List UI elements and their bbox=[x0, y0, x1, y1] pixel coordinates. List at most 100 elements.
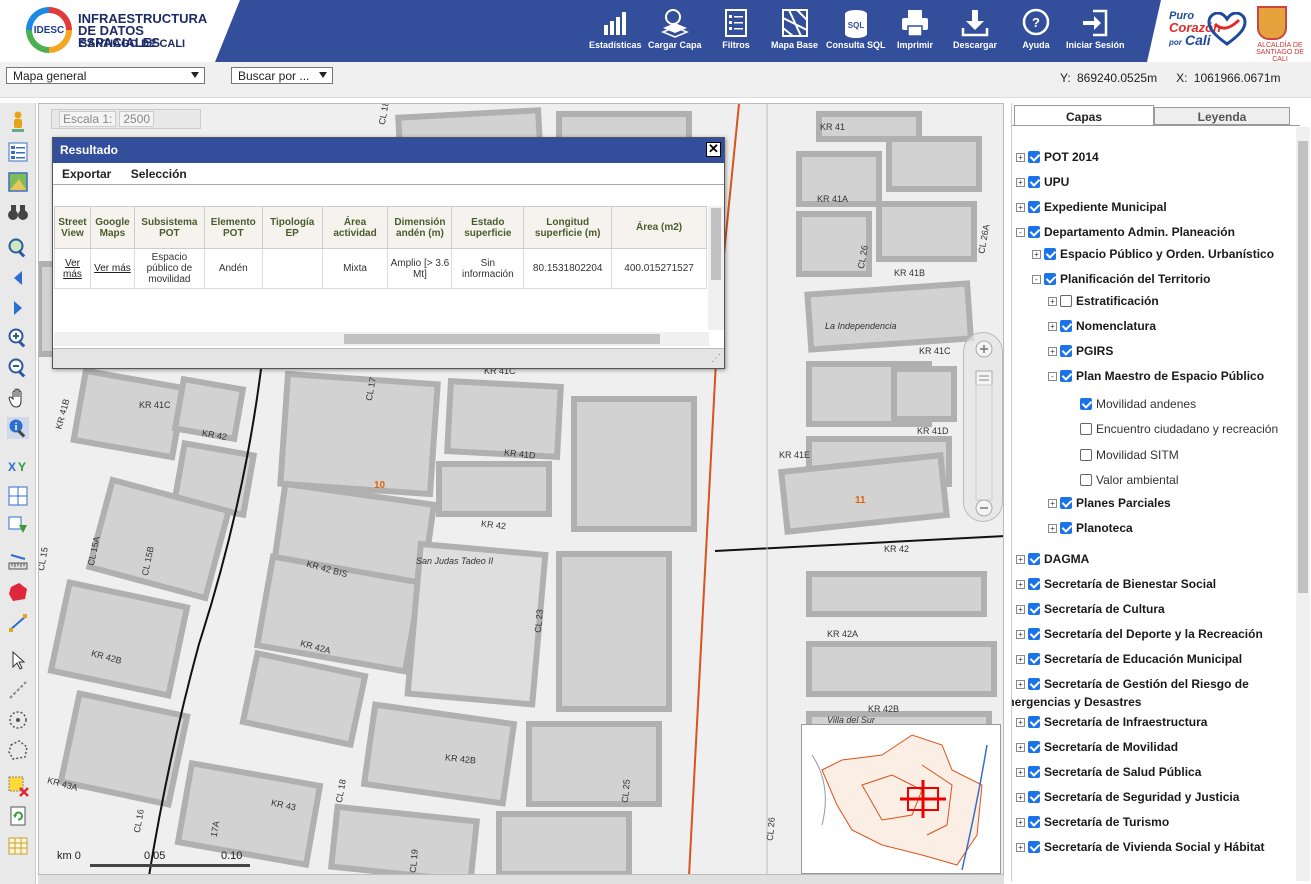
expand-icon[interactable]: + bbox=[1016, 768, 1025, 777]
layer-item[interactable]: + Secretaría de Turismo bbox=[1016, 815, 1169, 829]
select-line-icon[interactable] bbox=[7, 679, 29, 701]
layer-item[interactable]: + Estratificación bbox=[1048, 294, 1159, 308]
previous-extent-icon[interactable] bbox=[7, 267, 29, 289]
layer-checkbox[interactable] bbox=[1080, 423, 1092, 435]
ayuda-button[interactable]: ? Ayuda bbox=[1020, 8, 1052, 56]
layer-item[interactable]: Movilidad andenes bbox=[1080, 397, 1196, 411]
map-extent-icon[interactable] bbox=[7, 171, 29, 193]
imprimir-button[interactable]: Imprimir bbox=[897, 8, 933, 56]
layer-checkbox[interactable] bbox=[1028, 578, 1040, 590]
estadisticas-button[interactable]: Estadísticas bbox=[589, 8, 642, 56]
layer-item[interactable]: + Planes Parciales bbox=[1048, 496, 1171, 510]
draw-polygon-icon[interactable] bbox=[7, 581, 29, 603]
layer-item[interactable]: + Secretaría de Bienestar Social bbox=[1016, 577, 1216, 591]
clear-selection-icon[interactable] bbox=[7, 775, 29, 797]
zoom-out-icon[interactable] bbox=[7, 357, 29, 379]
layer-checkbox[interactable] bbox=[1028, 553, 1040, 565]
resize-grip-icon[interactable]: ⋰ bbox=[711, 353, 721, 364]
vertical-scrollbar[interactable] bbox=[708, 206, 724, 330]
expand-icon[interactable]: + bbox=[1032, 250, 1041, 259]
layer-checkbox[interactable] bbox=[1080, 474, 1092, 486]
expand-icon[interactable]: + bbox=[1016, 843, 1025, 852]
layer-item[interactable]: + Espacio Público y Orden. Urbanístico bbox=[1032, 247, 1274, 261]
column-header[interactable]: Elemento POT bbox=[203, 206, 263, 249]
column-header[interactable]: Tipología EP bbox=[261, 206, 323, 249]
layer-item[interactable]: - Departamento Admin. Planeación bbox=[1016, 225, 1235, 239]
identify-icon[interactable]: i bbox=[7, 417, 29, 439]
zoom-slider[interactable] bbox=[963, 332, 1003, 522]
expand-icon[interactable]: + bbox=[1048, 297, 1057, 306]
descargar-button[interactable]: Descargar bbox=[953, 8, 997, 56]
expand-icon[interactable]: + bbox=[1016, 630, 1025, 639]
expand-icon[interactable]: + bbox=[1016, 605, 1025, 614]
filtros-button[interactable]: Filtros bbox=[720, 8, 752, 56]
expand-icon[interactable]: + bbox=[1016, 555, 1025, 564]
layer-checkbox[interactable] bbox=[1028, 151, 1040, 163]
layer-list-icon[interactable] bbox=[7, 141, 29, 163]
layer-checkbox[interactable] bbox=[1028, 603, 1040, 615]
collapse-icon[interactable]: - bbox=[1048, 372, 1057, 381]
layer-checkbox[interactable] bbox=[1080, 398, 1092, 410]
column-header[interactable]: Longitud superficie (m) bbox=[523, 206, 613, 249]
google-maps-link[interactable]: Ver más bbox=[89, 248, 135, 289]
pan-hand-icon[interactable] bbox=[7, 387, 29, 409]
binoculars-icon[interactable] bbox=[7, 201, 29, 223]
street-view-icon[interactable] bbox=[7, 111, 29, 133]
grid-tool-icon[interactable] bbox=[7, 485, 29, 507]
column-header[interactable]: Dimensión andén (m) bbox=[387, 206, 453, 249]
column-header[interactable]: Estado superficie bbox=[451, 206, 525, 249]
expand-icon[interactable]: + bbox=[1048, 347, 1057, 356]
layer-item[interactable]: Encuentro ciudadano y recreación bbox=[1080, 422, 1278, 436]
iniciar-sesion-button[interactable]: Iniciar Sesión bbox=[1066, 8, 1125, 56]
expand-icon[interactable]: + bbox=[1016, 743, 1025, 752]
consulta-sql-button[interactable]: SQL Consulta SQL bbox=[826, 8, 886, 56]
layer-item[interactable]: + Secretaría de Movilidad bbox=[1016, 740, 1178, 754]
collapse-icon[interactable]: - bbox=[1032, 275, 1041, 284]
zoom-in-icon[interactable] bbox=[7, 327, 29, 349]
map-bottom-scrollbar[interactable] bbox=[38, 875, 1004, 884]
layer-item[interactable]: + Secretaría de Educación Municipal bbox=[1016, 652, 1242, 666]
column-header[interactable]: Subsistema POT bbox=[133, 206, 205, 249]
draw-line-icon[interactable] bbox=[7, 611, 29, 633]
idesc-logo[interactable]: IDESC INFRAESTRUCTURA DE DATOS ESPACIALE… bbox=[0, 0, 240, 62]
expand-icon[interactable]: + bbox=[1016, 153, 1025, 162]
tab-leyenda[interactable]: Leyenda bbox=[1154, 107, 1290, 125]
layer-item[interactable]: + POT 2014 bbox=[1016, 150, 1099, 164]
layer-checkbox[interactable] bbox=[1028, 201, 1040, 213]
layer-checkbox[interactable] bbox=[1060, 345, 1072, 357]
layer-item[interactable]: + Secretaría de Gestión del Riesgo de Emer… bbox=[1012, 677, 1249, 709]
layer-item[interactable]: + DAGMA bbox=[1016, 552, 1089, 566]
close-icon[interactable]: ✕ bbox=[706, 142, 721, 157]
layer-checkbox[interactable] bbox=[1028, 791, 1040, 803]
layer-checkbox[interactable] bbox=[1028, 741, 1040, 753]
layer-item[interactable]: + Planoteca bbox=[1048, 521, 1133, 535]
xy-coordinate-icon[interactable]: XY bbox=[7, 455, 29, 477]
expand-icon[interactable]: + bbox=[1016, 818, 1025, 827]
locate-download-icon[interactable] bbox=[7, 515, 29, 537]
street-view-link[interactable]: Ver más bbox=[54, 248, 91, 289]
select-arrow-icon[interactable] bbox=[7, 649, 29, 671]
layer-checkbox[interactable] bbox=[1028, 816, 1040, 828]
select-circle-icon[interactable] bbox=[7, 709, 29, 731]
layer-item[interactable]: + UPU bbox=[1016, 175, 1069, 189]
layer-checkbox[interactable] bbox=[1060, 295, 1072, 307]
layer-checkbox[interactable] bbox=[1028, 176, 1040, 188]
select-polygon-icon[interactable] bbox=[7, 739, 29, 761]
layer-checkbox[interactable] bbox=[1028, 678, 1040, 690]
expand-icon[interactable]: + bbox=[1016, 580, 1025, 589]
layer-item[interactable]: + Nomenclatura bbox=[1048, 319, 1156, 333]
map-select[interactable]: Mapa general bbox=[6, 67, 205, 84]
layer-checkbox[interactable] bbox=[1060, 497, 1072, 509]
horizontal-scrollbar[interactable] bbox=[54, 332, 709, 346]
mapa-base-button[interactable]: Mapa Base bbox=[771, 8, 818, 56]
expand-icon[interactable]: + bbox=[1016, 793, 1025, 802]
column-header[interactable]: Street View bbox=[54, 206, 91, 249]
expand-icon[interactable]: + bbox=[1016, 680, 1025, 689]
cargar-capa-button[interactable]: Cargar Capa bbox=[648, 8, 702, 56]
column-header[interactable]: Área actividad bbox=[321, 206, 389, 249]
layer-item[interactable]: + Secretaría de Seguridad y Justicia bbox=[1016, 790, 1239, 804]
expand-icon[interactable]: + bbox=[1016, 203, 1025, 212]
layer-item[interactable]: + Secretaría de Cultura bbox=[1016, 602, 1165, 616]
panel-scrollbar[interactable] bbox=[1296, 127, 1310, 881]
layer-checkbox[interactable] bbox=[1028, 766, 1040, 778]
